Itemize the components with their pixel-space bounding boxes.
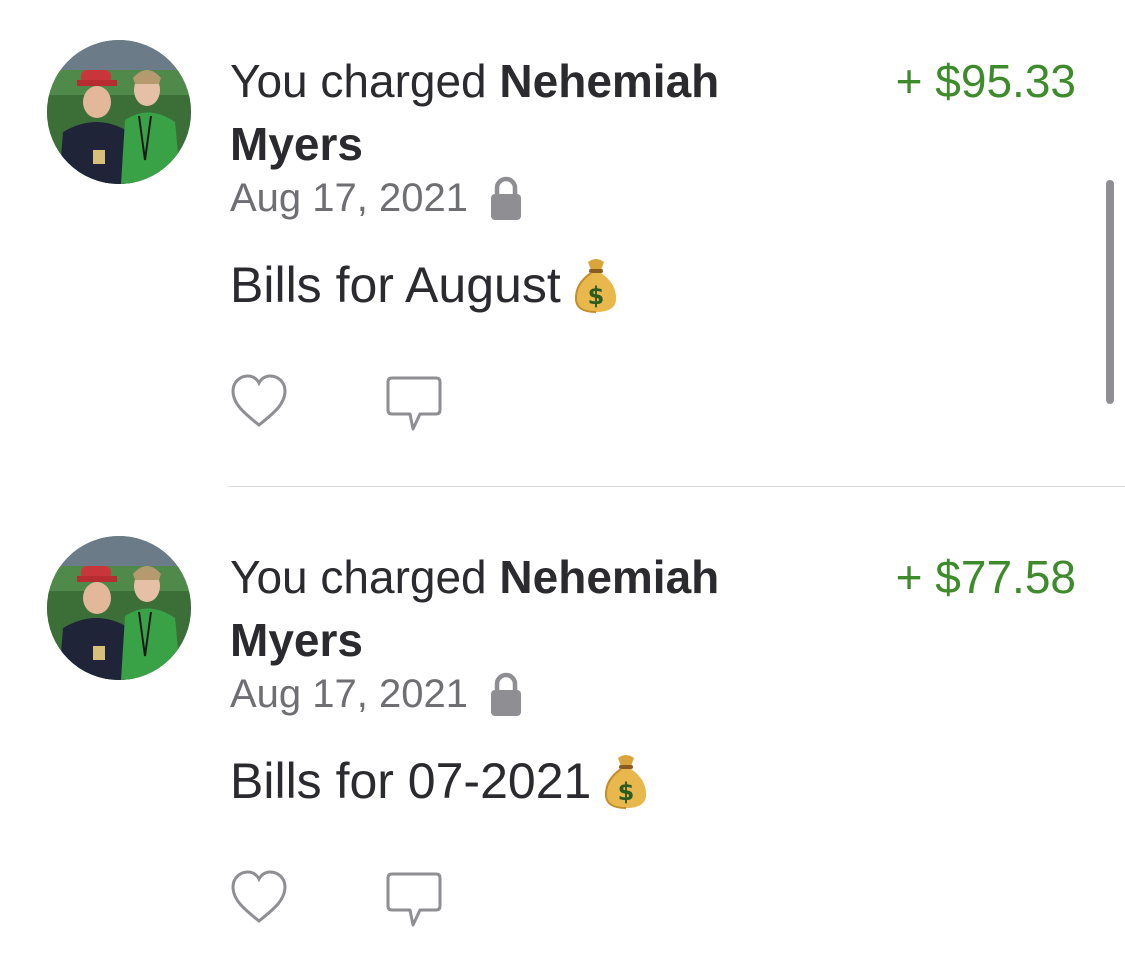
comment-icon[interactable] [385,871,443,929]
transaction-item[interactable]: You charged Nehemiah Myers + $77.58 Aug … [0,496,1125,936]
transaction-amount: + $95.33 [895,55,1076,107]
note-text: Bills for August [230,257,561,313]
transaction-amount: + $77.58 [895,551,1076,603]
transaction-title: You charged Nehemiah Myers [230,50,790,176]
avatar[interactable] [47,40,191,184]
transaction-note: Bills for August $ [230,252,621,318]
like-icon[interactable] [230,373,288,429]
svg-text:$: $ [618,778,635,806]
action-text: You charged [230,55,500,107]
transaction-feed[interactable]: You charged Nehemiah Myers + $95.33 Aug … [0,0,1125,966]
action-text: You charged [230,551,500,603]
date-row: Aug 17, 2021 [230,666,522,722]
lock-icon [490,671,522,717]
transaction-title: You charged Nehemiah Myers [230,546,790,672]
lock-icon [490,175,522,221]
note-text: Bills for 07-2021 [230,753,592,809]
comment-icon[interactable] [385,375,443,433]
svg-text:$: $ [587,282,604,310]
divider [228,486,1125,487]
avatar[interactable] [47,536,191,680]
transaction-note: Bills for 07-2021 $ [230,748,651,814]
transaction-date: Aug 17, 2021 [230,671,468,716]
scrollbar[interactable] [1106,180,1114,404]
date-row: Aug 17, 2021 [230,170,522,226]
like-icon[interactable] [230,869,288,925]
moneybag-icon: $ [571,256,621,314]
transaction-item[interactable]: You charged Nehemiah Myers + $95.33 Aug … [0,0,1125,440]
moneybag-icon: $ [601,752,651,810]
transaction-date: Aug 17, 2021 [230,175,468,220]
